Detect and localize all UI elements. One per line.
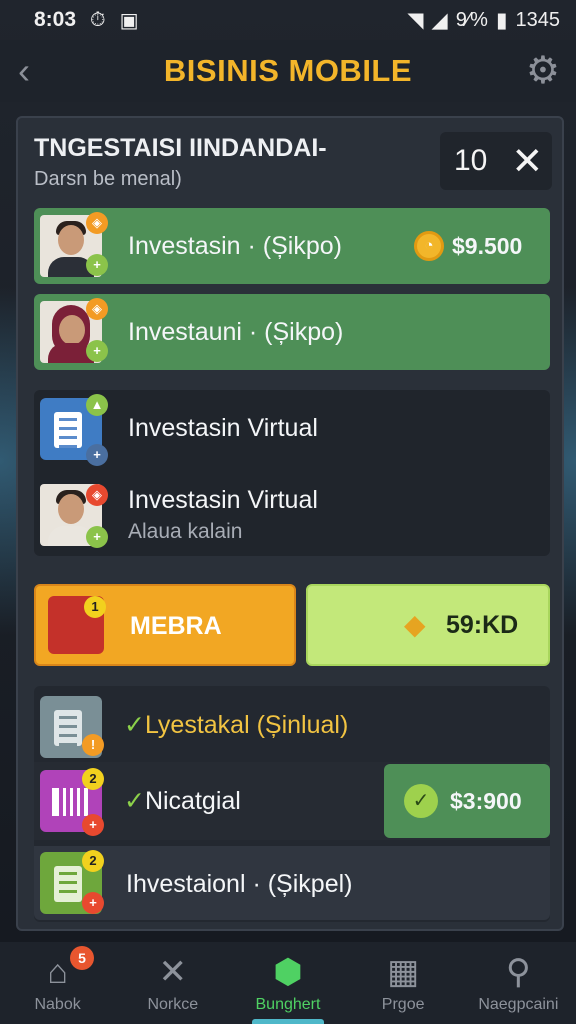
nav-badge: 5 xyxy=(70,946,94,970)
app-title: BISINIS MOBILE xyxy=(163,53,413,88)
list-group: ! ✓Lyestakal (Șinlual) 2 + ✓Nicatgial ✓ … xyxy=(34,686,550,922)
list-label[interactable]: ✓Lyestakal (Șinlual) xyxy=(124,710,348,740)
row-sublabel: Alaua kalain xyxy=(128,520,243,543)
cross-tools-icon: ✕ xyxy=(158,953,188,991)
nav-label: Bunghert xyxy=(255,996,321,1013)
home-icon: ⌂ xyxy=(47,953,68,991)
battery-icon: ▮ xyxy=(495,8,508,32)
investment-row-1[interactable]: ◈ + Investasin · (Șikpo) ◔ $9.500 xyxy=(34,208,550,284)
row-label[interactable]: Investasin Virtual xyxy=(128,486,318,515)
price-button[interactable]: ◆ 59:KD xyxy=(306,584,550,666)
panel-title: TNGESTAISI IINDANDAI- xyxy=(34,134,327,162)
check-circle-icon: ✓ xyxy=(404,784,438,818)
membra-label: MEBRA xyxy=(130,612,222,640)
plus-icon: + xyxy=(86,254,108,276)
nav-item-progress[interactable]: ▦ Prgoe xyxy=(346,942,461,1024)
amount-chip[interactable]: ✓ $3:900 xyxy=(384,764,550,838)
row-amount: $9.500 xyxy=(452,233,523,259)
nav-label: Prgoe xyxy=(381,996,425,1013)
nav-item-profile[interactable]: ⚲ Naegpcaini xyxy=(461,942,576,1024)
nav-label: Nabok xyxy=(34,996,81,1013)
battery-percent: 9⁄% xyxy=(455,8,488,31)
list-badge: 2 xyxy=(82,850,104,872)
status-time: 8:03 xyxy=(34,8,77,31)
shield-icon: ◈ xyxy=(86,212,108,234)
close-icon[interactable]: ✕ xyxy=(511,139,543,184)
plus-icon: + xyxy=(86,444,108,466)
plus-icon: + xyxy=(82,814,104,836)
row-label[interactable]: Investasin Virtual xyxy=(128,414,318,443)
status-bar: 8:03 ⏱ ▣ ◥ ◢ 9⁄% ▮ 1345 xyxy=(0,0,576,40)
gear-icon[interactable]: ⚙ xyxy=(526,48,560,93)
wifi-icon: ◥ xyxy=(407,8,424,32)
list-amount: $3:900 xyxy=(450,788,522,814)
user-icon: ⚲ xyxy=(505,953,531,991)
back-arrow-icon[interactable]: ‹ xyxy=(18,50,30,92)
plus-icon: + xyxy=(86,526,108,548)
investment-panel: TNGESTAISI IINDANDAI- Darsn be menal) 10… xyxy=(16,116,564,931)
coin-icon: ◔ xyxy=(414,231,444,261)
bottom-nav: ⌂ 5 Nabok ✕ Norkce ⬢ Bunghert ▦ Prgoe ⚲ … xyxy=(0,942,576,1024)
investment-row-2[interactable]: ◈ + Investauni · (Șikpo) xyxy=(34,294,550,370)
check-icon: ✓ xyxy=(124,711,145,739)
list-label: ✓Nicatgial xyxy=(124,786,241,816)
app-header: ‹ BISINIS MOBILE ⚙ xyxy=(0,40,576,102)
alarm-icon: ⏱ xyxy=(90,8,106,31)
house-shield-icon: ⬢ xyxy=(273,953,303,991)
price-label: 59:KD xyxy=(446,611,519,639)
status-clock: 1345 xyxy=(515,8,561,31)
plus-icon: + xyxy=(82,892,104,914)
list-label: Ihvestaionl · (Șikpel) xyxy=(126,870,353,898)
count-box: 10 ✕ xyxy=(440,132,552,190)
check-icon: ✓ xyxy=(124,787,145,815)
membra-badge: 1 xyxy=(84,596,106,618)
warning-icon: ! xyxy=(82,734,104,756)
nav-item-home[interactable]: ⌂ 5 Nabok xyxy=(0,942,115,1024)
membra-button[interactable]: 1 MEBRA xyxy=(34,584,296,666)
nav-label: Naegpcaini xyxy=(478,996,559,1013)
active-indicator xyxy=(252,1019,325,1024)
clipboard-icon: ▣ xyxy=(119,9,139,32)
row-label: Investasin · (Șikpo) xyxy=(128,232,342,260)
plus-icon: + xyxy=(86,340,108,362)
panel-header: TNGESTAISI IINDANDAI- Darsn be menal) 10… xyxy=(32,126,552,202)
signal-icon: ◢ xyxy=(431,8,448,32)
nav-item-notice[interactable]: ✕ Norkce xyxy=(115,942,230,1024)
panel-count: 10 xyxy=(454,144,488,177)
shield-icon: ◈ xyxy=(86,484,108,506)
gold-bar-icon: ◆ xyxy=(404,609,426,640)
shield-icon: ◈ xyxy=(86,298,108,320)
list-badge: 2 xyxy=(82,768,104,790)
nav-label: Norkce xyxy=(147,996,199,1013)
panel-subtitle: Darsn be menal) xyxy=(34,168,182,190)
row-label: Investauni · (Șikpo) xyxy=(128,318,344,346)
virtual-group: ▲ + Investasin Virtual ◈ + Investasin Vi… xyxy=(34,390,550,556)
list-label-text: Nicatgial xyxy=(144,787,241,815)
list-label-text: Lyestakal (Șinlual) xyxy=(144,711,349,739)
calendar-icon: ▦ xyxy=(387,953,420,991)
lock-icon: ▲ xyxy=(86,394,108,416)
nav-item-budget[interactable]: ⬢ Bunghert xyxy=(230,942,345,1024)
